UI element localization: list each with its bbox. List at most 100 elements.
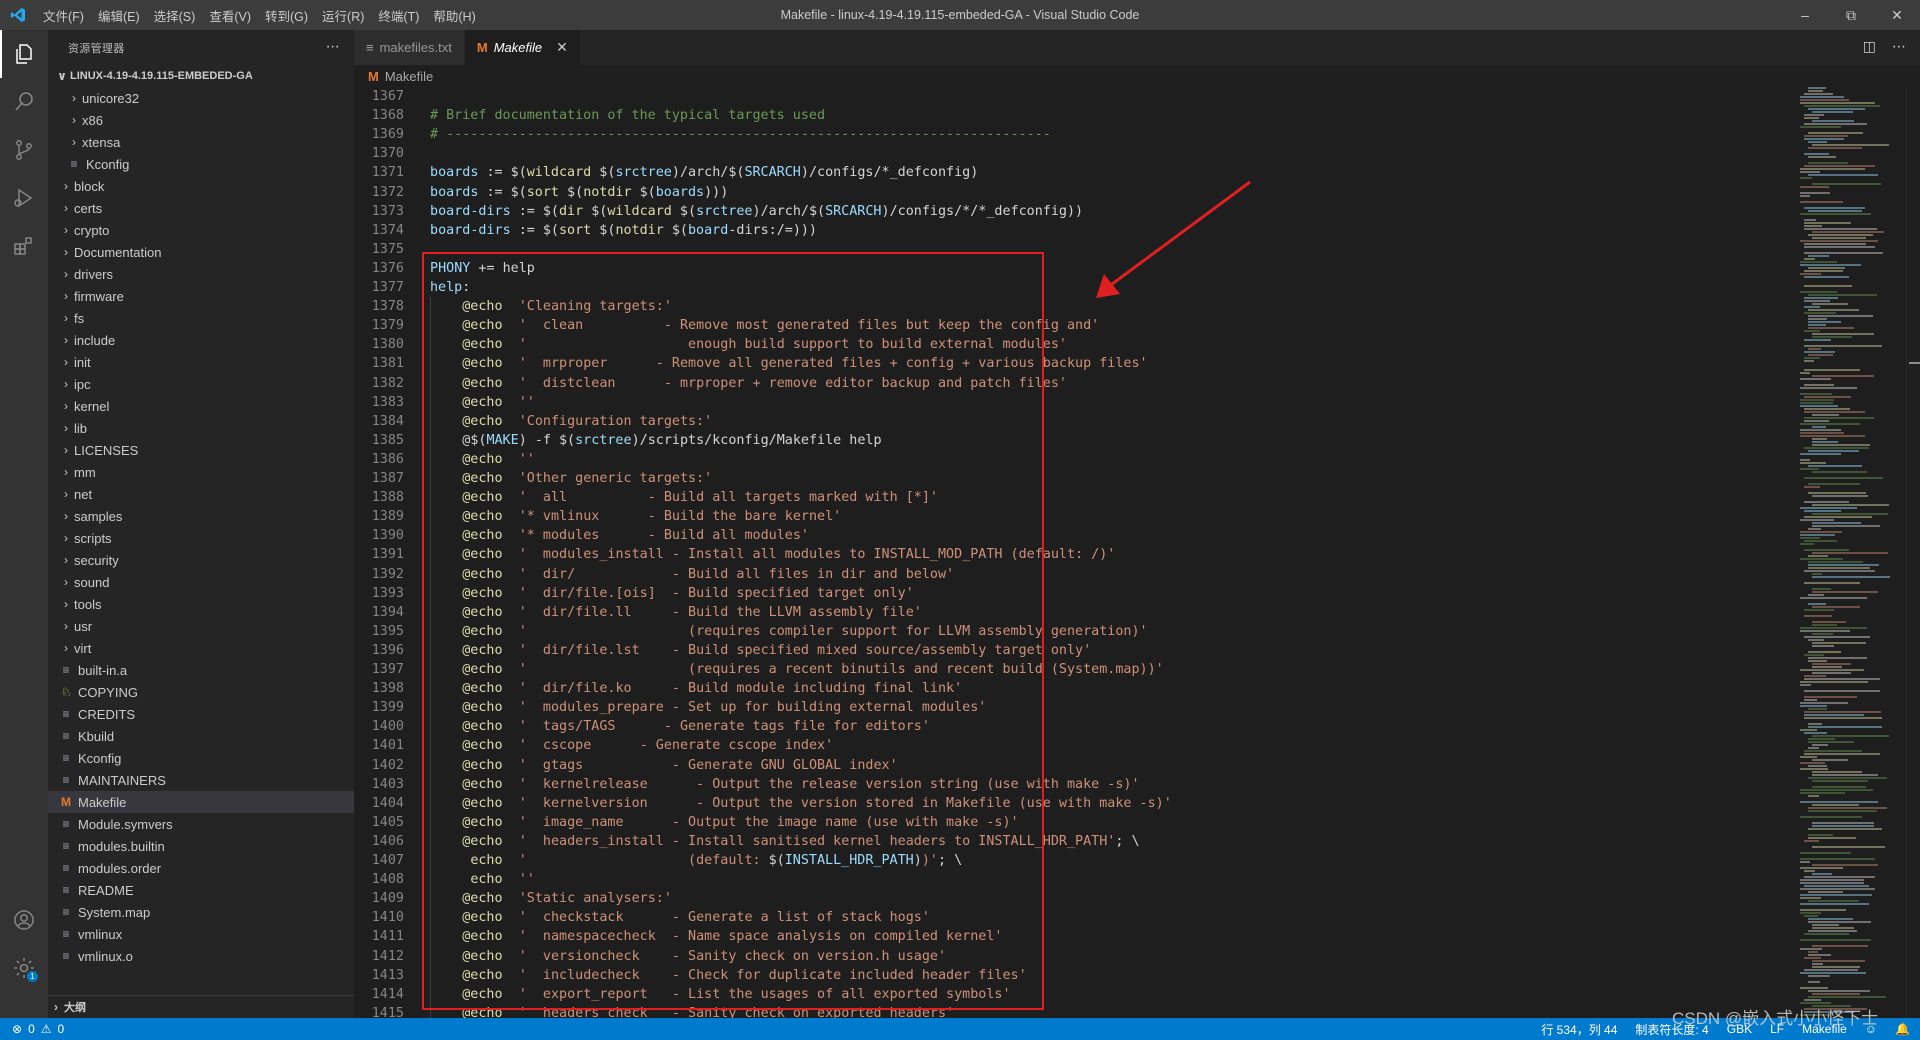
tree-folder[interactable]: › include <box>48 329 354 351</box>
run-debug-icon[interactable] <box>0 174 48 222</box>
chevron-right-icon: › <box>72 135 76 149</box>
cursor-position[interactable]: 行 534，列 44 <box>1541 1021 1617 1038</box>
tree-folder[interactable]: › sound <box>48 571 354 593</box>
minimap-line <box>1804 351 1835 353</box>
minimap-line <box>1804 270 1843 272</box>
minimap-line <box>1808 594 1824 596</box>
tab-makefile[interactable]: M Makefile ✕ <box>464 30 580 65</box>
tree-folder[interactable]: › fs <box>48 307 354 329</box>
menu-item[interactable]: 查看(V) <box>202 6 258 25</box>
tree-folder[interactable]: › scripts <box>48 527 354 549</box>
minimap-line <box>1804 933 1849 935</box>
tree-folder[interactable]: › certs <box>48 197 354 219</box>
split-editor-icon[interactable]: ◫ <box>1863 38 1876 55</box>
tree-file[interactable]: ≡ README <box>48 879 354 901</box>
tree-file[interactable]: M Makefile <box>48 791 354 813</box>
problems-indicator[interactable]: ⊗ 0 ⚠ 0 <box>0 1022 64 1036</box>
minimap-line <box>1812 183 1881 185</box>
restore-icon[interactable]: ⧉ <box>1828 0 1874 30</box>
tree-file[interactable]: ≡ modules.builtin <box>48 835 354 857</box>
line-number: 1381 <box>371 356 404 372</box>
menu-item[interactable]: 运行(R) <box>315 6 371 25</box>
code-text: @echo ' modules_install - Install all mo… <box>462 547 1116 563</box>
minimap-line <box>1804 870 1815 872</box>
minimap-line <box>1812 513 1888 515</box>
tree-file[interactable]: ≡ Module.symvers <box>48 813 354 835</box>
tree-folder[interactable]: › kernel <box>48 395 354 417</box>
tree-file[interactable]: ≡ modules.order <box>48 857 354 879</box>
tree-file[interactable]: ≡ CREDITS <box>48 703 354 725</box>
workspace-root[interactable]: ∨ LINUX-4.19-4.19.115-EMBEDED-GA <box>48 65 354 87</box>
code-text: @echo ' checkstack - Generate a list of … <box>462 910 930 926</box>
minimize-icon[interactable]: – <box>1782 0 1828 30</box>
more-actions-icon[interactable]: ⋯ <box>1892 38 1906 55</box>
tree-file[interactable]: ≡ Kconfig <box>48 747 354 769</box>
tree-folder[interactable]: › unicore32 <box>48 87 354 109</box>
tree-folder[interactable]: › Documentation <box>48 241 354 263</box>
tree-folder[interactable]: › lib <box>48 417 354 439</box>
search-icon[interactable] <box>0 78 48 126</box>
minimap-line <box>1812 822 1874 824</box>
tree-folder[interactable]: › LICENSES <box>48 439 354 461</box>
tree-folder[interactable]: › crypto <box>48 219 354 241</box>
tree-folder[interactable]: › virt <box>48 637 354 659</box>
tree-folder[interactable]: › samples <box>48 505 354 527</box>
tree-folder[interactable]: › x86 <box>48 109 354 131</box>
menu-item[interactable]: 帮助(H) <box>426 6 482 25</box>
outline-section[interactable]: › 大纲 <box>48 995 354 1018</box>
explorer-icon[interactable] <box>0 30 48 78</box>
minimap-line <box>1804 243 1866 245</box>
code-line: 1405 @echo ' image_name - Output the ima… <box>354 813 1794 832</box>
tree-folder[interactable]: › net <box>48 483 354 505</box>
minimap[interactable] <box>1794 87 1906 1018</box>
tree-folder[interactable]: › ipc <box>48 373 354 395</box>
minimap-line <box>1812 633 1833 635</box>
tree-item-label: sound <box>74 574 110 590</box>
more-actions-icon[interactable]: ⋯ <box>326 38 340 55</box>
vertical-scrollbar[interactable] <box>1906 87 1920 1018</box>
file-icon: ≡ <box>62 663 70 677</box>
tree-item-label: vmlinux.o <box>78 948 133 964</box>
tree-file[interactable]: ♘ COPYING <box>48 681 354 703</box>
tree-file[interactable]: ≡ Kconfig <box>48 153 354 175</box>
account-icon[interactable] <box>0 896 48 944</box>
code-text: @echo ' gtags - Generate GNU GLOBAL inde… <box>462 757 898 773</box>
tree-folder[interactable]: › block <box>48 175 354 197</box>
tree-file[interactable]: ≡ vmlinux.o <box>48 945 354 967</box>
tree-folder[interactable]: › usr <box>48 615 354 637</box>
minimap-line <box>1808 315 1873 317</box>
close-tab-icon[interactable]: ✕ <box>556 39 568 56</box>
tree-folder[interactable]: › mm <box>48 461 354 483</box>
code-editor[interactable]: 1367 1368 # Brief documentation of the typ… <box>354 87 1794 1018</box>
tree-folder[interactable]: › drivers <box>48 263 354 285</box>
source-control-icon[interactable] <box>0 126 48 174</box>
tree-file[interactable]: ≡ System.map <box>48 901 354 923</box>
tab-makefiles-txt[interactable]: ≡ makefiles.txt <box>354 30 465 65</box>
tree-folder[interactable]: › security <box>48 549 354 571</box>
menu-item[interactable]: 选择(S) <box>147 6 203 25</box>
tree-file[interactable]: ≡ Kbuild <box>48 725 354 747</box>
tree-file[interactable]: ≡ built-in.a <box>48 659 354 681</box>
line-number: 1376 <box>371 260 404 276</box>
tree-folder[interactable]: › tools <box>48 593 354 615</box>
menu-item[interactable]: 文件(F) <box>36 6 91 25</box>
minimap-line <box>1804 540 1837 542</box>
tree-folder[interactable]: › init <box>48 351 354 373</box>
menu-item[interactable]: 编辑(E) <box>91 6 147 25</box>
file-icon: ≡ <box>62 839 70 853</box>
minimap-line <box>1800 858 1875 860</box>
tree-folder[interactable]: › xtensa <box>48 131 354 153</box>
code-text: @echo 'Cleaning targets:' <box>462 299 672 315</box>
close-window-icon[interactable]: ✕ <box>1874 0 1920 30</box>
menu-item[interactable]: 转到(G) <box>258 6 315 25</box>
breadcrumb-file[interactable]: Makefile <box>385 69 433 84</box>
settings-gear-icon[interactable]: 1 <box>0 944 48 992</box>
extensions-icon[interactable] <box>0 222 48 270</box>
menu-item[interactable]: 终端(T) <box>371 6 426 25</box>
tree-file[interactable]: ≡ MAINTAINERS <box>48 769 354 791</box>
tree-file[interactable]: ≡ vmlinux <box>48 923 354 945</box>
notifications-icon[interactable]: 🔔 <box>1895 1022 1910 1036</box>
minimap-line <box>1812 873 1832 875</box>
tree-folder[interactable]: › firmware <box>48 285 354 307</box>
line-number: 1368 <box>371 108 404 124</box>
